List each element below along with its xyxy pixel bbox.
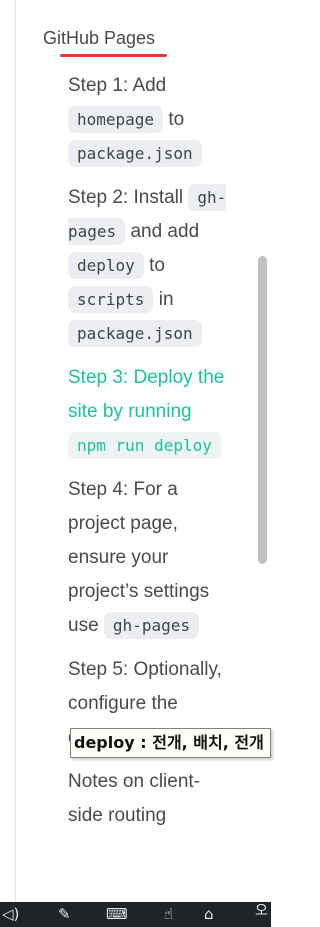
toc-code-chip: gh-pages	[103, 612, 199, 639]
ime-indicator[interactable]: 오	[255, 902, 268, 920]
toc-item-step-4[interactable]: Step 4: For a project page, ensure your …	[68, 473, 234, 643]
toc-code-chip: deploy	[68, 252, 144, 279]
toc-item-text: in	[153, 289, 174, 310]
keyboard-icon[interactable]: ⌨	[106, 906, 128, 922]
touch-icon[interactable]: ☝	[164, 906, 173, 922]
toc-section-title[interactable]: GitHub Pages	[43, 26, 155, 50]
tooltip-translation: 전개, 배치, 전개	[152, 733, 264, 752]
toc-item-text: Step 1: Add	[68, 75, 167, 96]
toc-item-text: to	[163, 109, 185, 130]
toc-list: Step 1: Add homepage to package.json Step…	[68, 69, 234, 843]
toc-code-chip: scripts	[68, 286, 154, 313]
speaker-icon[interactable]: ◁)	[2, 906, 19, 922]
toc-item-step-3[interactable]: Step 3: Deploy the site by running npm r…	[68, 361, 234, 463]
toc-code-chip: npm run deploy	[68, 432, 221, 459]
toc-item-step-1[interactable]: Step 1: Add homepage to package.json	[68, 69, 234, 171]
toc-item-text: and add	[125, 221, 200, 242]
tooltip-separator: :	[134, 733, 153, 752]
toc-item-step-2[interactable]: Step 2: Install gh-pages and add deploy …	[68, 181, 234, 351]
toc-item-text: Notes on client-side routing	[68, 771, 201, 826]
toc-rail	[15, 0, 16, 902]
vertical-scrollbar-thumb[interactable]	[258, 256, 267, 564]
toc-item-step-6[interactable]: Notes on client-side routing	[68, 765, 234, 833]
dictionary-tooltip: deploy : 전개, 배치, 전개	[70, 728, 271, 758]
toc-code-chip: package.json	[68, 320, 202, 347]
network-icon[interactable]: ⌂	[204, 906, 214, 922]
toc-code-chip: homepage	[68, 106, 164, 133]
tooltip-term: deploy	[74, 733, 135, 752]
toc-item-text: Step 2: Install	[68, 187, 189, 208]
toc-item-text: to	[143, 255, 165, 276]
red-highlight-underline	[60, 54, 167, 57]
toc-item-text: Step 3: Deploy the site by running	[68, 367, 225, 422]
pen-icon[interactable]: ✎	[58, 906, 71, 922]
toc-code-chip: package.json	[68, 140, 202, 167]
taskbar: ◁) ✎ ⌨ ☝ ⌂ 오	[0, 902, 271, 927]
